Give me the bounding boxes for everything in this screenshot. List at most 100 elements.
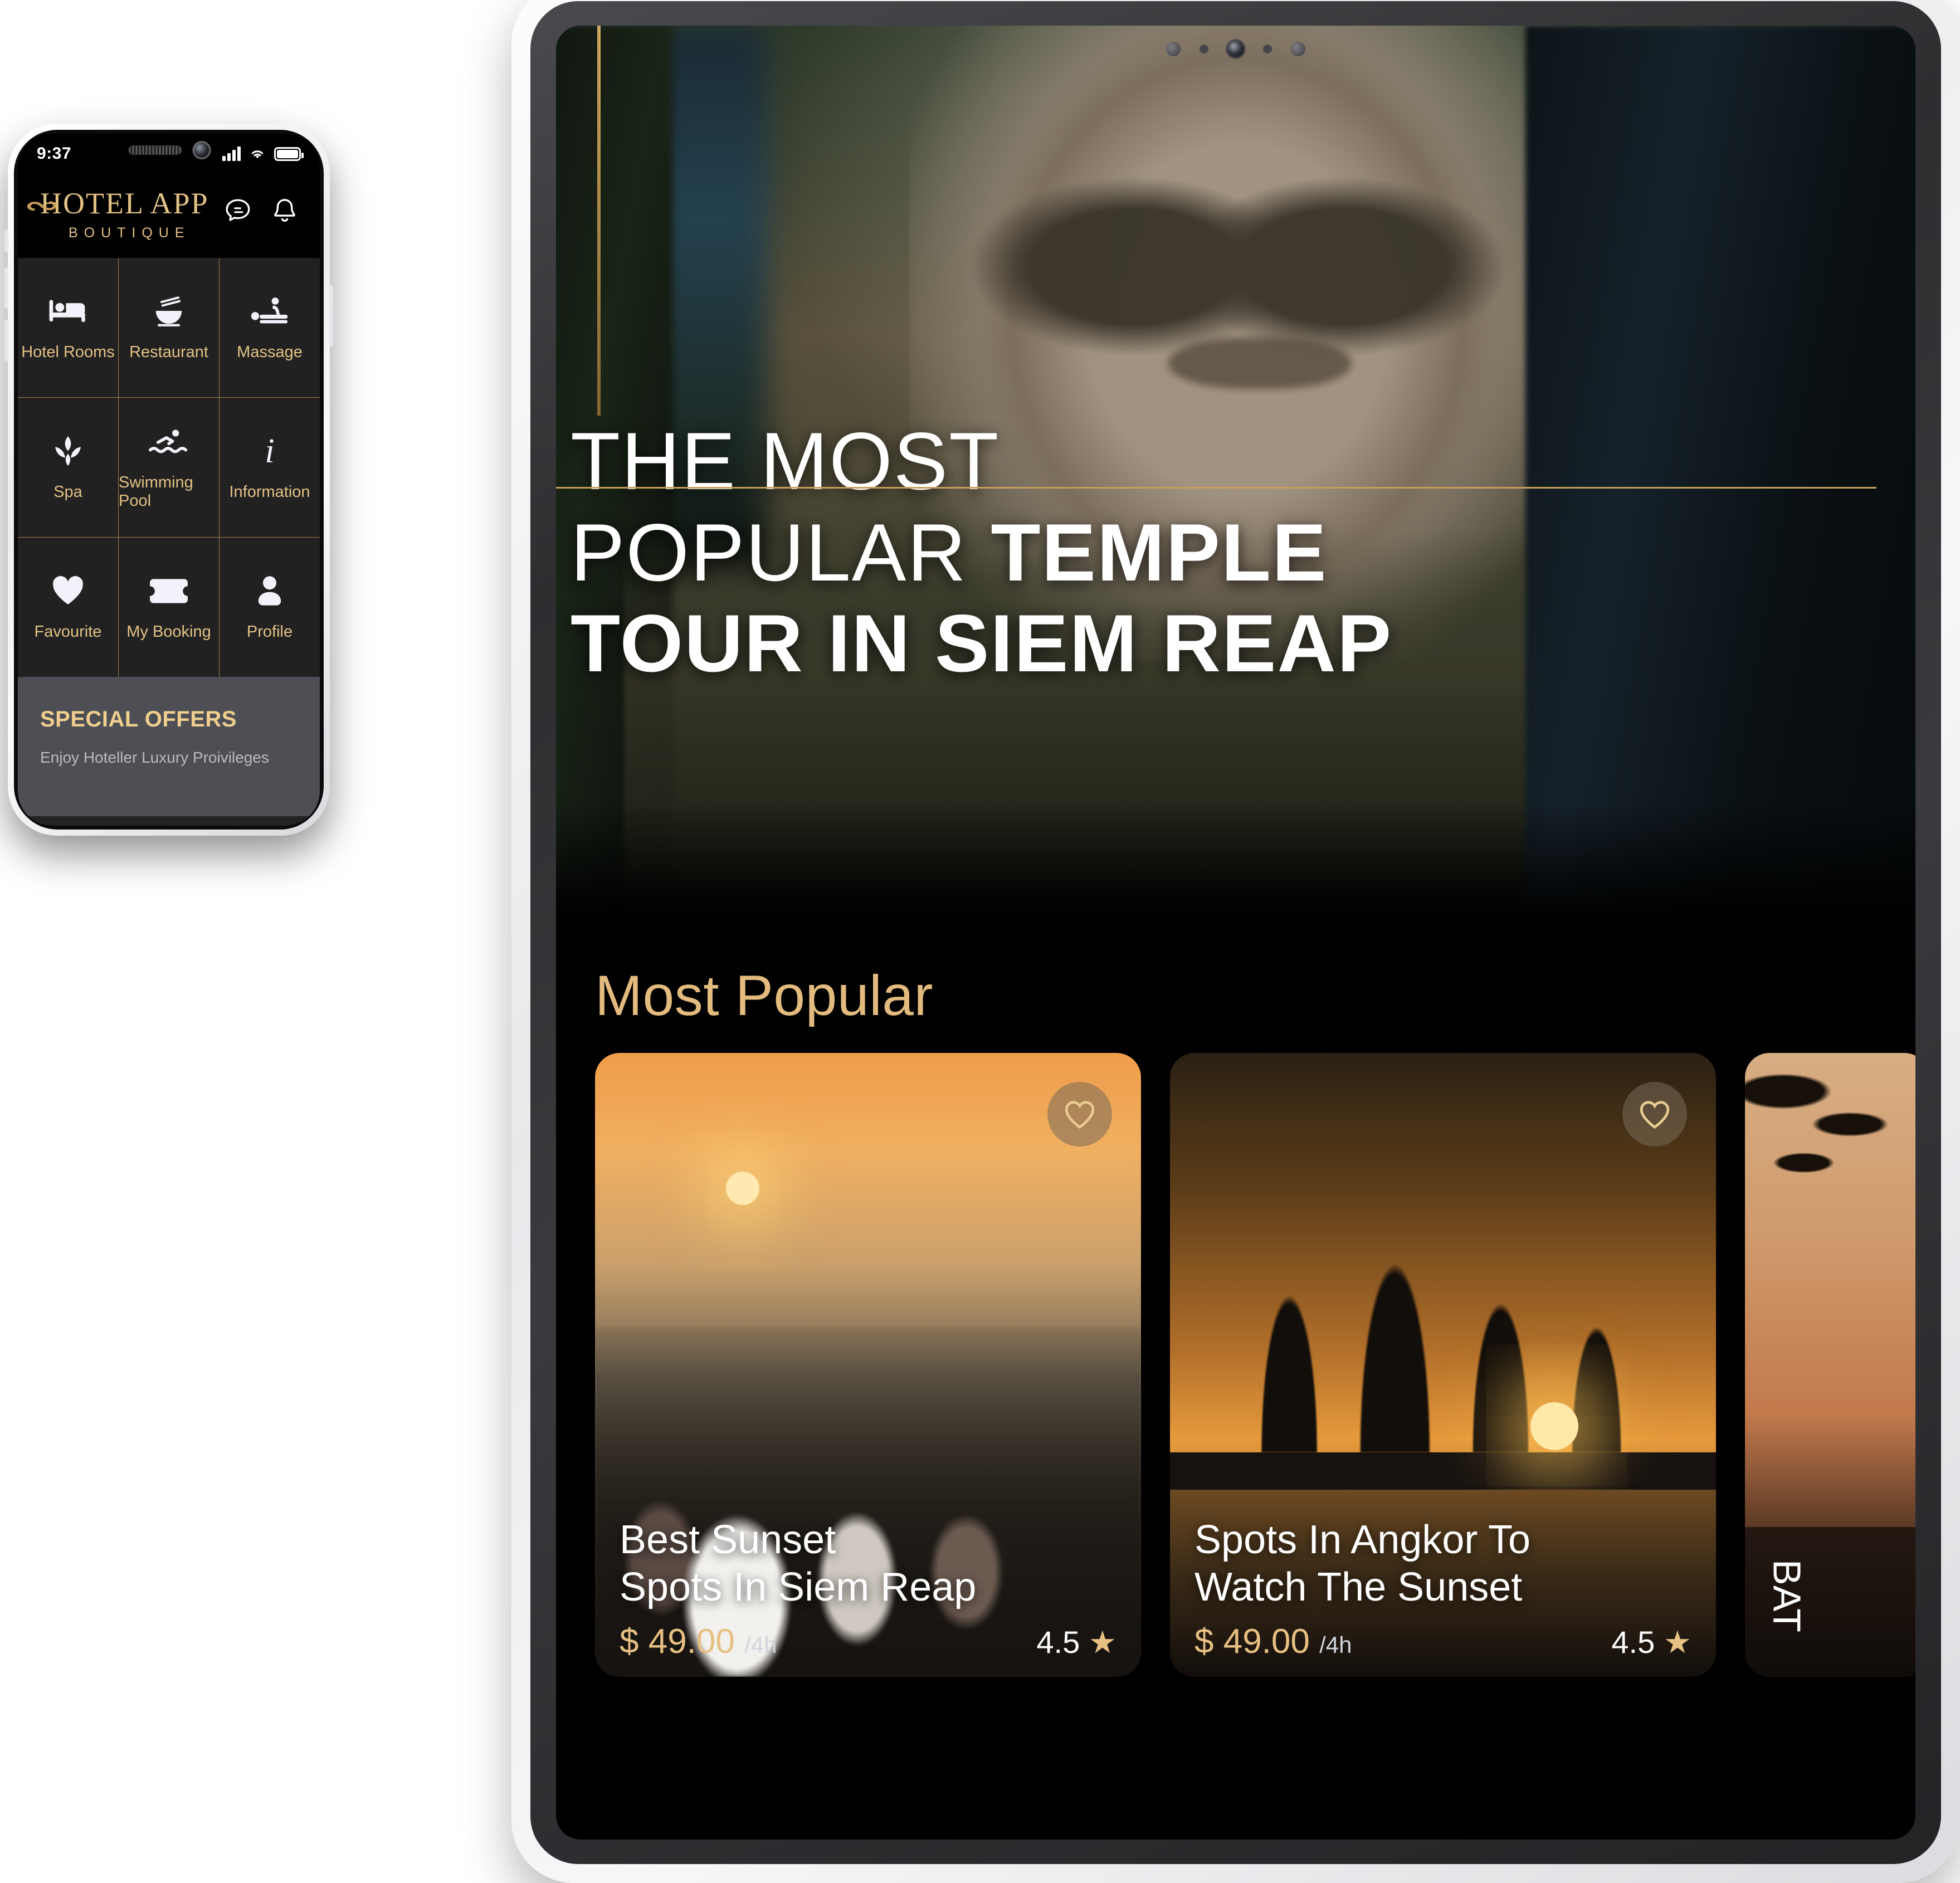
service-label: Hotel Rooms	[21, 343, 115, 361]
hero-line-2: POPULAR TEMPLE	[556, 486, 1915, 598]
hero-divider-rule	[556, 486, 1876, 489]
phone-notch	[128, 143, 209, 158]
notification-bell-icon[interactable]	[270, 196, 300, 226]
tablet-device: THE MOST POPULAR TEMPLE TOUR IN SIEM REA…	[511, 0, 1960, 1883]
card-meta: $ 49.00 /4h 4.5 ★	[620, 1622, 1116, 1661]
tablet-sensor-small-icon	[1200, 45, 1208, 53]
hero-line-2-bold: TEMPLE	[991, 506, 1328, 598]
hero-line-1: THE MOST	[571, 416, 1000, 506]
bed-icon	[48, 294, 88, 329]
service-favourite[interactable]: Favourite	[18, 538, 118, 677]
phone-mute-switch[interactable]	[4, 230, 8, 252]
service-grid: Hotel Rooms Restaurant Massage Spa Swimm…	[18, 258, 320, 677]
card-title-line-2: Spots In Siem Reap	[620, 1565, 977, 1610]
tablet-sensor-row	[556, 32, 1915, 66]
card-price-value: $ 49.00	[1194, 1622, 1310, 1661]
service-label: Swimming Pool	[119, 474, 193, 510]
service-hotel-rooms[interactable]: Hotel Rooms	[18, 258, 118, 397]
brand-tagline: BOUTIQUE	[68, 225, 191, 241]
heart-outline-icon	[1640, 1101, 1670, 1129]
card-price: $ 49.00 /4h	[620, 1622, 777, 1661]
service-label: Restaurant	[129, 343, 208, 361]
tablet-camera-icon	[1227, 41, 1244, 57]
hero-line-3: TOUR IN SIEM REAP	[571, 598, 1393, 689]
service-profile[interactable]: Profile	[219, 538, 320, 677]
popular-card[interactable]: BAT	[1745, 1053, 1915, 1677]
service-restaurant[interactable]: Restaurant	[118, 258, 219, 397]
popular-card[interactable]: Spots In Angkor To Watch The Sunset $ 49…	[1170, 1053, 1716, 1677]
section-title-most-popular: Most Popular	[556, 931, 1915, 1053]
popular-cards-list[interactable]: Best Sunset Spots In Siem Reap $ 49.00 /…	[556, 1053, 1915, 1677]
favourite-button[interactable]	[1047, 1082, 1112, 1147]
status-time: 9:37	[37, 144, 72, 163]
phone-device: 9:37 ∾ HOTEL APP BOUTIQUE Hotel Rooms Re…	[4, 124, 333, 836]
service-label: My Booking	[126, 622, 211, 641]
service-label: Information	[229, 482, 310, 501]
earpiece-speaker-icon	[128, 145, 182, 155]
card-rating: 4.5 ★	[1611, 1624, 1691, 1661]
card-price-unit: /4h	[744, 1632, 777, 1658]
hero-text-block: THE MOST POPULAR TEMPLE TOUR IN SIEM REA…	[556, 416, 1915, 689]
message-icon[interactable]	[223, 196, 253, 226]
service-swimming-pool[interactable]: Swimming Pool	[118, 398, 219, 537]
battery-icon	[274, 147, 304, 161]
card-meta: $ 49.00 /4h 4.5 ★	[1194, 1622, 1691, 1661]
person-icon	[250, 574, 290, 608]
card-text: Best Sunset Spots In Siem Reap	[620, 1516, 1116, 1611]
tablet-sensor-2-icon	[1291, 42, 1305, 56]
tablet-screen: THE MOST POPULAR TEMPLE TOUR IN SIEM REA…	[556, 26, 1915, 1840]
tablet-sensor-icon	[1166, 42, 1181, 56]
brand-name-text: HOTEL APP	[40, 187, 209, 220]
card-title-line-1: Spots In Angkor To	[1194, 1518, 1531, 1563]
hero-bottom-fade	[556, 803, 1915, 931]
hero-line-2-light: POPULAR	[571, 506, 991, 598]
star-icon: ★	[1088, 1625, 1116, 1660]
hero-gold-accent-line	[597, 26, 601, 416]
phone-volume-down-button[interactable]	[4, 320, 8, 361]
heart-outline-icon	[1065, 1101, 1095, 1129]
bowl-chopsticks-icon	[149, 294, 189, 329]
card-title-line-1: BAT	[1765, 1559, 1809, 1632]
service-information[interactable]: i Information	[219, 398, 320, 537]
special-offers-panel[interactable]: SPECIAL OFFERS Enjoy Hoteller Luxury Pro…	[18, 677, 320, 816]
signal-bars-icon	[222, 147, 241, 161]
service-grid-row: Spa Swimming Pool i Information	[18, 397, 320, 537]
brand-logo: ∾ HOTEL APP BOUTIQUE	[24, 187, 209, 241]
star-icon: ★	[1663, 1625, 1691, 1660]
service-grid-row: Favourite My Booking Profile	[18, 537, 320, 677]
ticket-icon	[149, 574, 189, 608]
service-grid-row: Hotel Rooms Restaurant Massage	[18, 258, 320, 397]
phone-power-button[interactable]	[329, 285, 333, 347]
card-sun	[726, 1171, 760, 1205]
locations-panel[interactable]: LOCATIONS Phum Taphul,Khum Svay Dangkum,…	[18, 816, 320, 826]
app-header: ∾ HOTEL APP BOUTIQUE	[18, 174, 320, 258]
card-rating-value: 4.5	[1611, 1625, 1655, 1660]
hero-banner: THE MOST POPULAR TEMPLE TOUR IN SIEM REA…	[556, 26, 1915, 931]
card-title-text: BAT	[1765, 1559, 1809, 1632]
special-offers-subtitle: Enjoy Hoteller Luxury Proivileges	[40, 749, 269, 766]
card-rating-value: 4.5	[1036, 1625, 1080, 1660]
status-indicators	[222, 147, 304, 161]
spa-leaf-icon	[48, 434, 88, 469]
phone-screen: 9:37 ∾ HOTEL APP BOUTIQUE Hotel Rooms Re…	[18, 134, 320, 826]
brand-name: ∾ HOTEL APP	[24, 187, 209, 221]
popular-card[interactable]: Best Sunset Spots In Siem Reap $ 49.00 /…	[595, 1053, 1141, 1677]
special-offers-title: SPECIAL OFFERS	[40, 707, 237, 731]
card-title-line-2: Watch The Sunset	[1194, 1565, 1523, 1610]
swimmer-icon	[149, 425, 189, 459]
service-massage[interactable]: Massage	[219, 258, 320, 397]
massage-icon	[250, 294, 290, 329]
phone-volume-up-button[interactable]	[4, 267, 8, 309]
card-rating: 4.5 ★	[1036, 1624, 1116, 1661]
card-text: Spots In Angkor To Watch The Sunset	[1194, 1516, 1691, 1611]
card-branches	[1745, 1053, 1915, 1328]
card-price-value: $ 49.00	[620, 1622, 735, 1661]
favourite-button[interactable]	[1622, 1082, 1687, 1147]
hero-face-mouth	[1168, 338, 1352, 389]
wifi-icon	[251, 150, 264, 159]
card-angkor-towers	[1202, 1240, 1684, 1452]
service-spa[interactable]: Spa	[18, 398, 118, 537]
service-my-booking[interactable]: My Booking	[118, 538, 219, 677]
service-label: Massage	[237, 343, 303, 361]
tablet-sensor-small-2-icon	[1263, 45, 1272, 53]
